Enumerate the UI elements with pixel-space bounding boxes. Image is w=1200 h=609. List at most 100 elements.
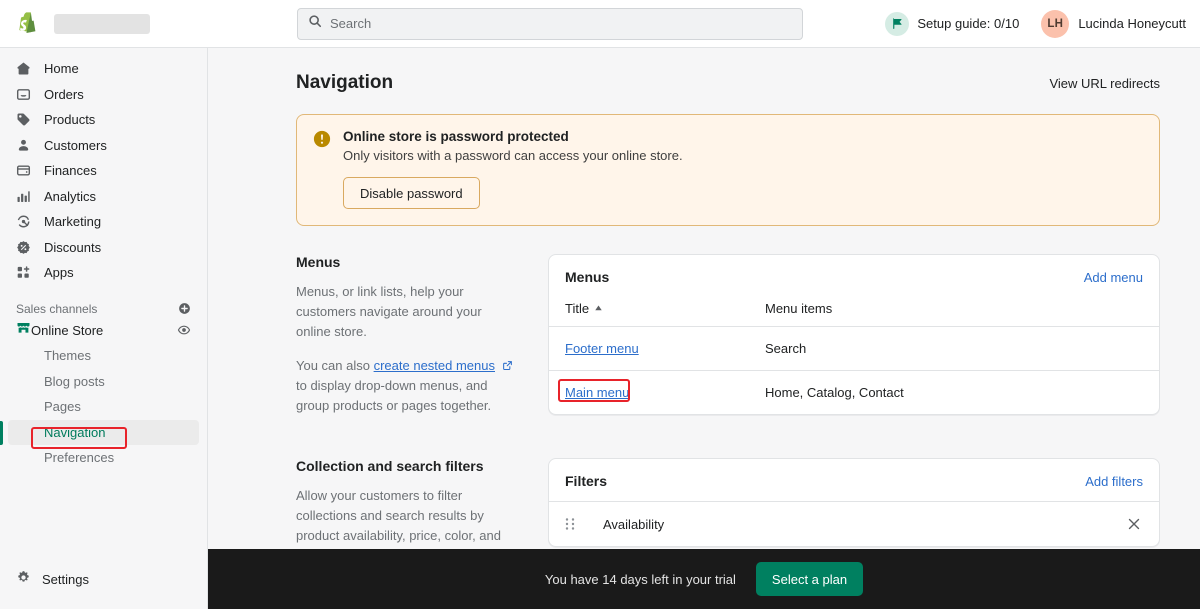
flag-icon bbox=[885, 11, 910, 36]
menu-items-cell: Home, Catalog, Contact bbox=[765, 385, 904, 400]
sidebar-item-label: Marketing bbox=[44, 214, 102, 230]
sidebar-item-blog-posts[interactable]: Blog posts bbox=[8, 369, 199, 395]
sidebar: Home Orders Products Customers Finances … bbox=[0, 48, 208, 609]
home-icon bbox=[16, 61, 36, 76]
sales-channels-label: Sales channels bbox=[16, 301, 98, 316]
banner-title: Online store is password protected bbox=[343, 129, 569, 144]
main-content: Navigation View URL redirects Online sto… bbox=[208, 48, 1200, 609]
sales-channels-group: Sales channels bbox=[16, 302, 191, 316]
sidebar-item-label: Customers bbox=[44, 137, 107, 153]
menu-link-main-menu[interactable]: Main menu bbox=[565, 385, 629, 400]
sidebar-item-marketing[interactable]: Marketing bbox=[8, 209, 199, 235]
shopify-bag-icon[interactable] bbox=[14, 11, 38, 37]
menus-table-header: Title Menu items bbox=[549, 297, 1159, 327]
filter-name: Availability bbox=[603, 516, 665, 532]
list-item[interactable]: Availability bbox=[549, 501, 1159, 546]
top-bar: Search Setup guide: 0/10 LH Lucinda Hone… bbox=[0, 0, 1200, 48]
menu-items-cell: Search bbox=[765, 341, 807, 356]
add-menu-button[interactable]: Add menu bbox=[1084, 270, 1143, 285]
top-bar-right: Setup guide: 0/10 LH Lucinda Honeycutt bbox=[885, 9, 1200, 38]
megaphone-icon bbox=[16, 214, 36, 229]
sidebar-nav: Home Orders Products Customers Finances … bbox=[0, 48, 207, 559]
sidebar-item-preferences[interactable]: Preferences bbox=[8, 445, 199, 471]
menu-link-footer-menu[interactable]: Footer menu bbox=[565, 341, 639, 356]
page-title: Navigation bbox=[296, 72, 394, 93]
sidebar-item-customers[interactable]: Customers bbox=[8, 133, 199, 159]
menus-aside: Menus Menus, or link lists, help your cu… bbox=[296, 254, 548, 416]
sidebar-item-label: Apps bbox=[44, 265, 74, 281]
banner-body: Online store is password protected Only … bbox=[343, 129, 683, 209]
view-url-redirects-button[interactable]: View URL redirects bbox=[1049, 76, 1160, 91]
disable-password-button[interactable]: Disable password bbox=[343, 177, 480, 209]
menus-desc-2: You can also create nested menus to disp… bbox=[296, 356, 516, 416]
column-header-menu-items: Menu items bbox=[765, 301, 833, 316]
setup-guide-label: Setup guide: 0/10 bbox=[917, 16, 1020, 31]
menus-card: Menus Add menu Title Menu items Footer m… bbox=[548, 254, 1160, 415]
select-a-plan-button[interactable]: Select a plan bbox=[755, 562, 864, 596]
brand-area bbox=[0, 11, 208, 37]
table-row[interactable]: Footer menu Search bbox=[549, 327, 1159, 371]
menus-desc-1: Menus, or link lists, help your customer… bbox=[296, 284, 482, 339]
menus-card-title: Menus bbox=[565, 269, 610, 285]
menu-title-cell: Footer menu bbox=[565, 341, 765, 356]
sidebar-item-navigation[interactable]: Navigation bbox=[0, 419, 199, 445]
user-menu-button[interactable]: LH Lucinda Honeycutt bbox=[1041, 9, 1186, 38]
sidebar-item-themes[interactable]: Themes bbox=[8, 343, 199, 369]
gear-icon bbox=[16, 570, 32, 588]
sidebar-item-discounts[interactable]: Discounts bbox=[8, 235, 199, 261]
sidebar-item-online-store[interactable]: Online Store bbox=[8, 318, 199, 344]
sidebar-item-products[interactable]: Products bbox=[8, 107, 199, 133]
store-name-redacted[interactable] bbox=[54, 13, 150, 34]
user-name: Lucinda Honeycutt bbox=[1078, 16, 1186, 31]
menus-section: Menus Menus, or link lists, help your cu… bbox=[296, 254, 1160, 434]
drag-handle-icon[interactable] bbox=[565, 517, 579, 531]
table-row[interactable]: Main menu Home, Catalog, Contact bbox=[549, 371, 1159, 414]
orders-icon bbox=[16, 87, 36, 102]
tag-icon bbox=[16, 112, 36, 127]
discount-icon bbox=[16, 240, 36, 255]
search-icon bbox=[308, 14, 330, 33]
column-header-title[interactable]: Title bbox=[565, 301, 765, 316]
plus-circle-icon[interactable] bbox=[178, 302, 191, 315]
sidebar-item-label: Products bbox=[44, 112, 96, 128]
eye-icon[interactable] bbox=[177, 323, 191, 337]
menus-card-header: Menus Add menu bbox=[549, 255, 1159, 297]
sidebar-sub-label: Navigation bbox=[44, 424, 106, 440]
sidebar-item-label: Analytics bbox=[44, 188, 97, 204]
sidebar-item-label: Orders bbox=[44, 86, 84, 102]
person-icon bbox=[16, 138, 36, 153]
sidebar-sub-label: Pages bbox=[44, 399, 81, 415]
setup-guide-button[interactable]: Setup guide: 0/10 bbox=[885, 11, 1020, 36]
sidebar-item-finances[interactable]: Finances bbox=[8, 158, 199, 184]
shopify-admin-window: Search Setup guide: 0/10 LH Lucinda Hone… bbox=[0, 0, 1200, 609]
menus-desc-2-pre: You can also bbox=[296, 358, 374, 373]
password-protected-banner: Online store is password protected Only … bbox=[296, 114, 1160, 226]
sidebar-item-orders[interactable]: Orders bbox=[8, 82, 199, 108]
menus-body: Menus Add menu Title Menu items Footer m… bbox=[548, 254, 1160, 416]
menus-aside-title: Menus bbox=[296, 254, 341, 270]
sidebar-item-home[interactable]: Home bbox=[8, 56, 199, 82]
column-header-title-label: Title bbox=[565, 301, 590, 316]
sidebar-item-label: Finances bbox=[44, 163, 97, 179]
sidebar-item-label: Online Store bbox=[31, 322, 104, 338]
add-filters-button[interactable]: Add filters bbox=[1085, 474, 1143, 489]
sidebar-item-label: Home bbox=[44, 61, 79, 77]
bar-chart-icon bbox=[16, 189, 36, 204]
close-icon[interactable] bbox=[1125, 515, 1143, 533]
search-placeholder: Search bbox=[330, 16, 372, 31]
menus-aside-description: Menus, or link lists, help your customer… bbox=[296, 282, 516, 416]
sidebar-sub-label: Blog posts bbox=[44, 373, 105, 389]
wallet-icon bbox=[16, 163, 36, 178]
sidebar-item-pages[interactable]: Pages bbox=[8, 394, 199, 420]
sidebar-item-label: Discounts bbox=[44, 239, 102, 255]
sidebar-item-apps[interactable]: Apps bbox=[8, 260, 199, 286]
sidebar-item-analytics[interactable]: Analytics bbox=[8, 184, 199, 210]
search-input[interactable]: Search bbox=[297, 7, 803, 40]
global-search[interactable]: Search bbox=[297, 7, 803, 40]
sidebar-item-settings[interactable]: Settings bbox=[0, 559, 207, 599]
trial-text: You have 14 days left in your trial bbox=[544, 571, 736, 587]
create-nested-menus-link[interactable]: create nested menus bbox=[374, 358, 495, 373]
external-link-icon[interactable] bbox=[498, 358, 513, 373]
page-header: Navigation View URL redirects bbox=[296, 72, 1160, 94]
active-indicator-bar bbox=[0, 420, 3, 445]
